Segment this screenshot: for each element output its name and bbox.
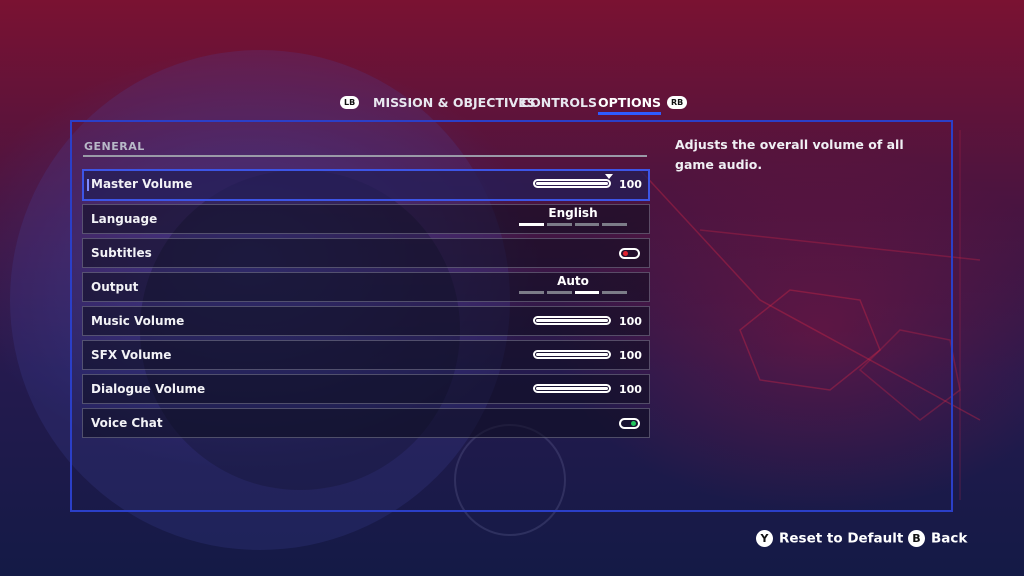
option-pips	[519, 223, 627, 226]
setting-value: 100	[619, 383, 642, 396]
voice-chat-toggle[interactable]	[619, 418, 640, 429]
slider-thumb-icon[interactable]	[605, 174, 613, 179]
slider-fill	[536, 319, 608, 322]
setting-label: SFX Volume	[91, 348, 172, 362]
setting-voice-chat[interactable]: Voice Chat	[82, 408, 650, 438]
setting-value: 100	[619, 349, 642, 362]
toggle-off-indicator	[623, 251, 628, 256]
setting-output[interactable]: Output Auto	[82, 272, 650, 302]
top-tab-bar: LB MISSION & OBJECTIVES CONTROLS OPTIONS…	[0, 92, 1024, 116]
selector-value: English	[548, 206, 598, 220]
music-volume-slider[interactable]	[533, 316, 611, 325]
dialogue-volume-slider[interactable]	[533, 384, 611, 393]
setting-master-volume[interactable]: Master Volume 100	[82, 169, 650, 201]
setting-value: 100	[619, 315, 642, 328]
option-pip	[574, 223, 600, 226]
toggle-on-indicator	[631, 421, 636, 426]
reset-to-default-button[interactable]: Y Reset to Default	[756, 530, 903, 548]
setting-sfx-volume[interactable]: SFX Volume 100	[82, 340, 650, 370]
slider-fill	[536, 182, 608, 185]
output-selector[interactable]: Auto	[519, 273, 627, 301]
setting-label: Dialogue Volume	[91, 382, 206, 396]
master-volume-slider[interactable]	[533, 174, 613, 188]
slider-fill	[536, 387, 608, 390]
section-divider	[83, 155, 647, 157]
slider-fill	[536, 353, 608, 356]
y-button-icon: Y	[756, 530, 773, 547]
option-pip	[546, 291, 572, 294]
setting-subtitles[interactable]: Subtitles	[82, 238, 650, 268]
setting-label: Language	[91, 212, 158, 226]
selection-indicator	[87, 179, 89, 191]
setting-label: Output	[91, 280, 139, 294]
tab-mission-objectives[interactable]: MISSION & OBJECTIVES	[373, 95, 536, 110]
setting-label: Voice Chat	[91, 416, 163, 430]
setting-value: 100	[619, 178, 642, 191]
back-label: Back	[931, 530, 968, 547]
setting-music-volume[interactable]: Music Volume 100	[82, 306, 650, 336]
back-button[interactable]: B Back	[908, 530, 967, 548]
option-pips	[519, 291, 627, 294]
tab-controls[interactable]: CONTROLS	[521, 95, 597, 110]
setting-label: Music Volume	[91, 314, 185, 328]
setting-label: Subtitles	[91, 246, 152, 260]
option-pip	[574, 291, 600, 294]
lb-bumper-icon[interactable]: LB	[340, 96, 360, 109]
option-pip	[602, 223, 627, 226]
setting-dialogue-volume[interactable]: Dialogue Volume 100	[82, 374, 650, 404]
section-title: GENERAL	[84, 140, 145, 153]
setting-language[interactable]: Language English	[82, 204, 650, 234]
option-pip	[519, 223, 544, 226]
subtitles-toggle[interactable]	[619, 248, 640, 259]
sfx-volume-slider[interactable]	[533, 350, 611, 359]
rb-bumper-icon[interactable]: RB	[667, 96, 688, 109]
option-pip	[519, 291, 544, 294]
option-pip	[546, 223, 572, 226]
selector-value: Auto	[557, 274, 589, 288]
setting-description: Adjusts the overall volume of all game a…	[675, 137, 904, 172]
setting-label: Master Volume	[91, 177, 193, 191]
tab-options[interactable]: OPTIONS	[598, 95, 662, 115]
language-selector[interactable]: English	[519, 205, 627, 233]
reset-label: Reset to Default	[779, 530, 904, 547]
b-button-icon: B	[908, 530, 925, 547]
option-pip	[602, 291, 627, 294]
